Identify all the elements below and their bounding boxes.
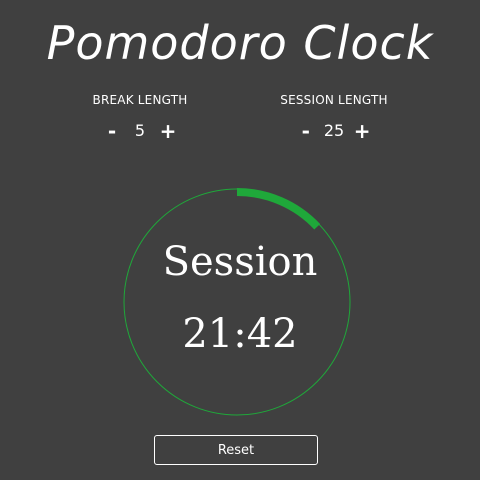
timer-progress-arc — [236, 188, 321, 230]
timer-clock[interactable] — [123, 188, 351, 416]
break-length-label: BREAK LENGTH — [92, 93, 188, 107]
app-title: Pomodoro Clock — [46, 16, 434, 70]
session-decrement-button[interactable]: - — [296, 118, 316, 144]
session-length-value: 25 — [323, 121, 345, 140]
pomodoro-app: Pomodoro Clock BREAK LENGTH SESSION LENG… — [0, 0, 480, 480]
break-increment-button[interactable]: + — [158, 118, 178, 144]
reset-button[interactable]: Reset — [154, 435, 318, 465]
session-length-control: - 25 + — [254, 118, 414, 144]
timer-ring — [123, 188, 351, 416]
session-length-label: SESSION LENGTH — [280, 93, 388, 107]
session-increment-button[interactable]: + — [352, 118, 372, 144]
break-decrement-button[interactable]: - — [102, 118, 122, 144]
break-length-control: - 5 + — [60, 118, 220, 144]
timer-time: 21:42 — [182, 311, 298, 357]
timer-mode-label: Session — [162, 239, 318, 285]
break-length-value: 5 — [134, 121, 146, 140]
